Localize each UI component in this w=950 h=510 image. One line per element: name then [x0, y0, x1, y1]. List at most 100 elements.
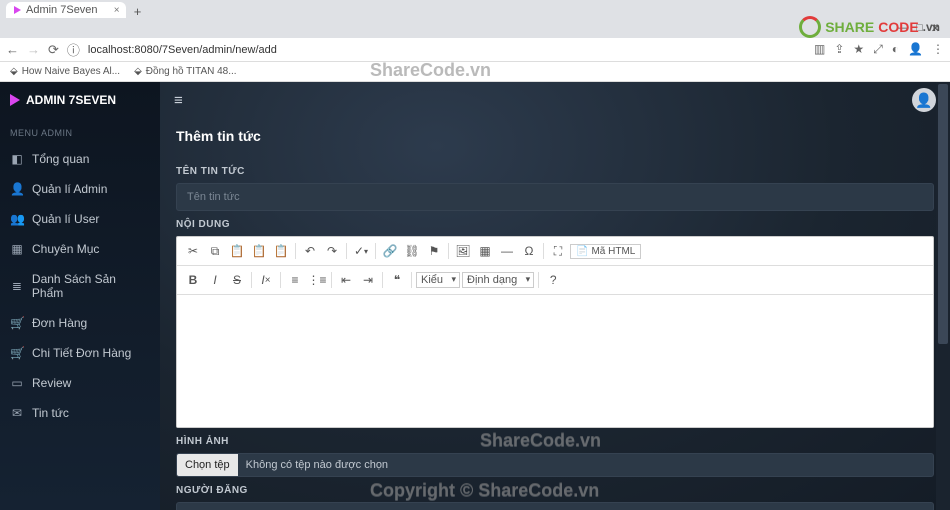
- menu-icon[interactable]: ⋮: [932, 42, 944, 57]
- scrollbar-thumb[interactable]: [938, 84, 948, 344]
- brand[interactable]: ADMIN 7SEVEN: [0, 82, 160, 118]
- specialchar-icon[interactable]: Ω: [519, 241, 539, 261]
- format-select[interactable]: Định dạng: [462, 272, 534, 288]
- reload-icon[interactable]: ⟳: [48, 42, 59, 58]
- italic-icon[interactable]: I: [205, 270, 225, 290]
- paste-icon[interactable]: 📋: [227, 241, 247, 261]
- sidebar-item[interactable]: 🛒Chi Tiết Đơn Hàng: [0, 338, 160, 368]
- menu-header: MENU ADMIN: [0, 118, 160, 144]
- maximize-icon[interactable]: ⛶: [548, 241, 568, 261]
- profile-icon[interactable]: 👤: [908, 42, 923, 57]
- table-icon[interactable]: ▦: [475, 241, 495, 261]
- field-label-content: NỘI DUNG: [176, 219, 934, 230]
- link-icon[interactable]: 🔗: [380, 241, 400, 261]
- menu-icon: ✉: [10, 406, 24, 420]
- browser-tabs: Admin 7Seven × +: [0, 0, 950, 18]
- sidebar: ADMIN 7SEVEN MENU ADMIN ◧ Tổng quan 👤 Quản …: [0, 82, 160, 510]
- paste-text-icon[interactable]: 📋: [249, 241, 269, 261]
- sidebar-item[interactable]: ≣ Danh Sách Sản Phẩm: [0, 264, 160, 308]
- page-title: Thêm tin tức: [176, 118, 934, 158]
- menu-icon: ◧: [10, 152, 24, 166]
- sidebar-item[interactable]: ✉ Tin tức: [0, 398, 160, 428]
- sidebar-item[interactable]: ▦Chuyên Mục: [0, 234, 160, 264]
- content: Thêm tin tức TÊN TIN TỨC NỘI DUNG ✂ ⧉ 📋 …: [160, 118, 950, 510]
- unlink-icon[interactable]: ⛓: [402, 241, 422, 261]
- info-icon[interactable]: ⓘ: [67, 40, 80, 59]
- app-root: ADMIN 7SEVEN MENU ADMIN ◧ Tổng quan 👤 Quản …: [0, 82, 950, 510]
- menu-icon: ▭: [10, 376, 24, 390]
- strike-icon[interactable]: S: [227, 270, 247, 290]
- blockquote-icon[interactable]: ❝: [387, 270, 407, 290]
- editor-toolbar-1: ✂ ⧉ 📋 📋 📋 ↶ ↷ ✓▾ 🔗 ⛓ ⚑ 🖼 ▦: [177, 237, 933, 266]
- field-label-image: HÌNH ẢNH: [176, 436, 934, 447]
- url-text[interactable]: localhost:8080/7Seven/admin/new/add: [88, 44, 277, 56]
- paste-word-icon[interactable]: 📋: [271, 241, 291, 261]
- menu-icon: 🛒: [10, 346, 24, 360]
- sidebar-item[interactable]: 🛒Đơn Hàng: [0, 308, 160, 338]
- tab-title: Admin 7Seven: [26, 4, 98, 16]
- anchor-icon[interactable]: ⚑: [424, 241, 444, 261]
- source-button[interactable]: 📄 Mã HTML: [570, 244, 641, 259]
- poster-input[interactable]: [176, 502, 934, 510]
- choose-file-button[interactable]: Chọn tệp: [177, 454, 238, 476]
- hr-icon[interactable]: ―: [497, 241, 517, 261]
- bookmark-item[interactable]: ⬙ Đồng hồ TITAN 48...: [134, 66, 237, 77]
- sidebar-item-label: Tổng quan: [32, 152, 89, 166]
- ext-icon[interactable]: ⤢: [873, 42, 883, 57]
- back-icon[interactable]: ←: [6, 42, 19, 57]
- bold-icon[interactable]: B: [183, 270, 203, 290]
- sidebar-item-label: Chuyên Mục: [32, 242, 99, 256]
- maximize-icon[interactable]: □: [916, 22, 923, 34]
- editor-toolbar-2: B I S I× ≡ ⋮≡ ⇤ ⇥ ❝ Kiểu Định dạng: [177, 266, 933, 295]
- main: ≡ 👤 Thêm tin tức TÊN TIN TỨC NỘI DUNG ✂ …: [160, 82, 950, 510]
- name-input[interactable]: [176, 183, 934, 211]
- sidebar-item-label: Danh Sách Sản Phẩm: [32, 272, 150, 300]
- editor-textarea[interactable]: [177, 295, 933, 427]
- copy-icon[interactable]: ⧉: [205, 241, 225, 261]
- about-icon[interactable]: ?: [543, 270, 563, 290]
- sidebar-item[interactable]: 👤 Quản lí Admin: [0, 174, 160, 204]
- removeformat-icon[interactable]: I×: [256, 270, 276, 290]
- bulletlist-icon[interactable]: ⋮≡: [307, 270, 327, 290]
- sidebar-item-label: Review: [32, 376, 71, 390]
- sidebar-item[interactable]: 👥Quản lí User: [0, 204, 160, 234]
- ext-icon[interactable]: ⇪: [834, 42, 844, 57]
- menu-icon: ≣: [10, 279, 24, 293]
- image-icon[interactable]: 🖼: [453, 241, 473, 261]
- field-label-name: TÊN TIN TỨC: [176, 166, 934, 177]
- browser-tab[interactable]: Admin 7Seven ×: [6, 2, 126, 18]
- forward-icon[interactable]: →: [27, 42, 40, 57]
- sidebar-item[interactable]: ▭ Review: [0, 368, 160, 398]
- spellcheck-icon[interactable]: ✓▾: [351, 241, 371, 261]
- menu-icon: 👤: [10, 182, 24, 196]
- file-input[interactable]: Chọn tệp Không có tệp nào được chọn: [176, 453, 934, 477]
- style-select[interactable]: Kiểu: [416, 272, 460, 288]
- ext-icon[interactable]: ▥: [814, 42, 825, 57]
- ext-icon[interactable]: ◐: [892, 42, 899, 57]
- field-label-poster: NGƯỜI ĐĂNG: [176, 485, 934, 496]
- close-icon[interactable]: ×: [114, 5, 120, 16]
- cut-icon[interactable]: ✂: [183, 241, 203, 261]
- sidebar-item-label: Quản lí User: [32, 212, 99, 226]
- sidebar-item-label: Tin tức: [32, 406, 69, 420]
- undo-icon[interactable]: ↶: [300, 241, 320, 261]
- ext-icon[interactable]: ★: [853, 42, 864, 57]
- topbar: ≡ 👤: [160, 82, 950, 118]
- sidebar-item[interactable]: ◧ Tổng quan: [0, 144, 160, 174]
- brand-text: ADMIN 7SEVEN: [26, 93, 116, 107]
- new-tab-button[interactable]: +: [130, 4, 146, 18]
- scrollbar[interactable]: [936, 82, 950, 510]
- bookmark-item[interactable]: ⬙ How Naive Bayes Al...: [10, 66, 120, 77]
- avatar[interactable]: 👤: [912, 88, 936, 112]
- minimize-icon[interactable]: ―: [897, 22, 908, 34]
- indent-icon[interactable]: ⇥: [358, 270, 378, 290]
- bookmarks-bar: ⬙ How Naive Bayes Al... ⬙ Đồng hồ TITAN …: [0, 62, 950, 82]
- outdent-icon[interactable]: ⇤: [336, 270, 356, 290]
- redo-icon[interactable]: ↷: [322, 241, 342, 261]
- window-controls: ― □ ✕: [0, 18, 950, 38]
- file-status: Không có tệp nào được chọn: [238, 454, 396, 476]
- numlist-icon[interactable]: ≡: [285, 270, 305, 290]
- hamburger-icon[interactable]: ≡: [174, 92, 183, 109]
- close-window-icon[interactable]: ✕: [931, 22, 940, 35]
- sidebar-item-label: Quản lí Admin: [32, 182, 107, 196]
